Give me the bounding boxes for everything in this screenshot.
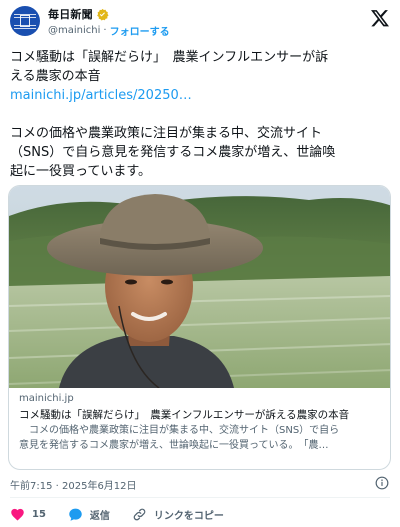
verified-badge-icon [96,8,109,21]
tweet-headline-line: コメ騒動は「誤解だらけ」 農業インフルエンサーが訴 [10,50,329,65]
divider [10,497,390,498]
follow-button[interactable]: フォローする [110,23,170,38]
like-button[interactable]: 15 [10,507,46,522]
display-name[interactable]: 毎日新聞 [48,6,93,22]
info-icon[interactable] [375,476,389,490]
card-description-line: 意見を発信するコメ農家が増え、世論喚起に一役買っている。 「農… [19,440,329,451]
x-logo-icon[interactable] [370,8,390,28]
link-card-meta: mainichi.jp コメ騒動は「誤解だらけ」 農業インフルエンサーが訴える農… [19,393,382,453]
reply-label: 返信 [89,510,110,522]
tweet-headline-line: える農家の本音 [10,69,101,84]
heart-icon [11,508,24,520]
copy-link-label: リンクをコピー [153,510,224,522]
tweet-header: 毎日新聞 @mainichi · フォローする [10,6,392,38]
tweet-text: コメ騒動は「誤解だらけ」 農業インフルエンサーが訴 える農家の本音 mainic… [10,48,390,181]
copy-link-button[interactable]: リンクをコピー [132,507,224,522]
card-domain: mainichi.jp [19,393,74,404]
article-link[interactable]: mainichi.jp/articles/20250… [10,86,390,105]
tweet-body-line: コメの価格や農業政策に注目が集まる中、交流サイト [10,126,323,141]
card-title: コメ騒動は「誤解だらけ」 農業インフルエンサーが訴える農家の本音 [19,409,350,421]
tweet-actions: 15 返信 リンクをコピー [10,506,246,522]
avatar[interactable] [10,6,40,36]
tweet-embed: 毎日新聞 @mainichi · フォローする コメ騒動は「誤解だらけ」 農業イ… [0,0,400,527]
reply-button[interactable]: 返信 [68,507,110,522]
reply-icon [69,508,82,521]
separator: · [103,24,107,36]
account-handle[interactable]: @mainichi [48,25,100,36]
link-icon [133,508,146,520]
like-count: 15 [32,508,46,520]
tweet-timestamp[interactable]: 午前7:15 · 2025年6月12日 [10,477,137,492]
tweet-body-line: 起に一役買っています。 [10,164,152,179]
tweet-body-line: （SNS）で自ら意見を発信するコメ農家が増え、世論喚 [10,145,336,160]
link-preview-card[interactable]: mainichi.jp コメ騒動は「誤解だらけ」 農業インフルエンサーが訴える農… [8,185,391,470]
article-photo [9,186,390,388]
card-description: コメの価格や農業政策に注目が集まる中、交流サイト（SNS）で自ら 意見を発信する… [19,423,382,453]
card-description-line: コメの価格や農業政策に注目が集まる中、交流サイト（SNS）で自ら [19,425,340,436]
